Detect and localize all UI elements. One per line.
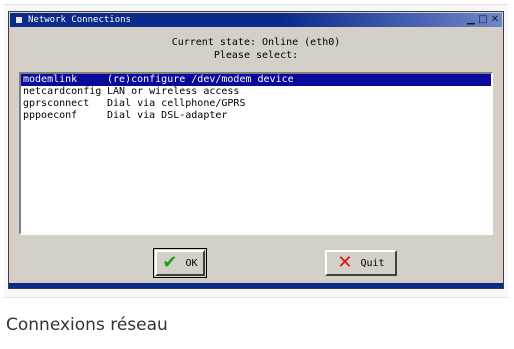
- list-item-desc: LAN or wireless access: [107, 86, 240, 97]
- check-icon: ✔: [162, 252, 178, 273]
- title-bar[interactable]: Network Connections ▁ □ ✕: [10, 13, 502, 27]
- please-select-text: Please select:: [213, 50, 299, 61]
- current-state-text: Current state: Online (eth0): [171, 37, 341, 48]
- list-item-name: pppoeconf: [23, 110, 78, 121]
- list-item-desc: Dial via cellphone/GPRS: [107, 98, 246, 109]
- list-item-netcardconfig[interactable]: netcardconfig LAN or wireless access: [21, 86, 491, 98]
- cross-icon: ✕: [337, 252, 353, 273]
- maximize-icon[interactable]: □: [478, 14, 488, 25]
- dialog-header: Current state: Online (eth0) Please sele…: [9, 36, 503, 62]
- ok-button-label: OK: [185, 257, 198, 269]
- close-icon[interactable]: ✕: [490, 14, 500, 25]
- network-connections-window: Network Connections ▁ □ ✕ Current state:…: [8, 11, 504, 289]
- image-caption: Connexions réseau: [6, 315, 168, 335]
- list-item-name: netcardconfig: [23, 86, 102, 97]
- quit-button-label: Quit: [360, 257, 385, 269]
- ok-button[interactable]: ✔ OK: [153, 248, 207, 278]
- list-item-name: gprsconnect: [23, 98, 90, 109]
- quit-button[interactable]: ✕ Quit: [325, 250, 397, 276]
- status-bar: [9, 283, 503, 288]
- system-menu-icon[interactable]: [16, 17, 22, 23]
- list-item-pppoeconf[interactable]: pppoeconf Dial via DSL-adapter: [21, 110, 491, 122]
- window-title: Network Connections: [28, 15, 131, 25]
- minimize-icon[interactable]: ▁: [466, 14, 476, 25]
- list-item-desc: Dial via DSL-adapter: [107, 110, 228, 121]
- connection-list[interactable]: modemlink (re)configure /dev/modem devic…: [19, 72, 493, 235]
- window-controls: ▁ □ ✕: [466, 14, 500, 25]
- list-item-modemlink[interactable]: modemlink (re)configure /dev/modem devic…: [21, 74, 491, 86]
- list-item-desc: (re)configure /dev/modem device: [107, 74, 294, 85]
- list-item-name: modemlink: [23, 74, 78, 85]
- button-bar: ✔ OK ✕ Quit: [9, 248, 503, 280]
- list-item-gprsconnect[interactable]: gprsconnect Dial via cellphone/GPRS: [21, 98, 491, 110]
